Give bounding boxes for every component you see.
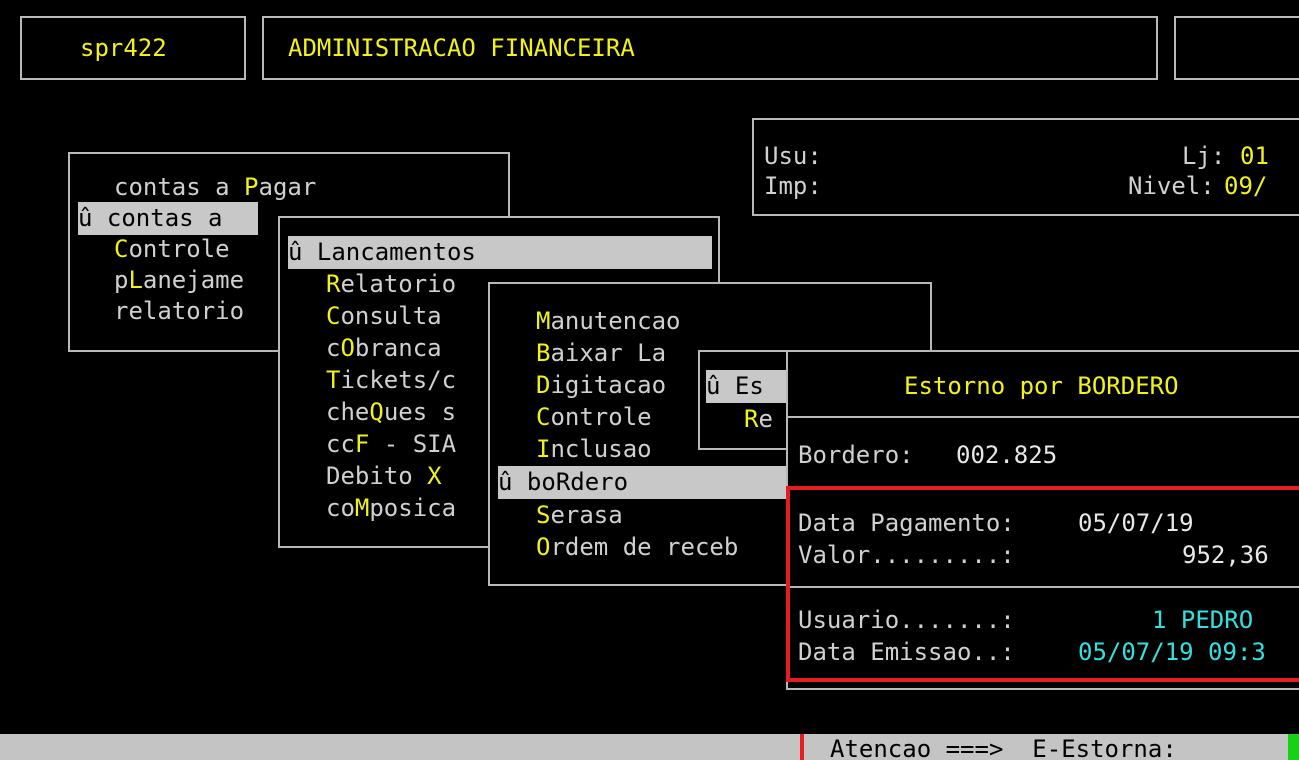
submenu-item-bordero[interactable]: û boRdero [498,466,798,499]
submenu-item-lancamentos[interactable]: û Lancamentos [288,236,712,269]
submenu-item-controle[interactable]: Controle [536,401,652,434]
selected-marker-icon: û [288,238,303,266]
menu-item-controle[interactable]: Controle [114,233,230,266]
submenu-item-cobranca[interactable]: cObranca [326,332,442,365]
menu-item-planejamento[interactable]: pLanejame [114,264,244,297]
submenu-item-debito[interactable]: Debito X [326,460,442,493]
submenu-item-digitacao[interactable]: Digitacao [536,369,666,402]
system-title: ADMINISTRACAO FINANCEIRA [288,34,635,62]
nivel-value: 09/ [1224,172,1268,200]
submenu-item-tickets[interactable]: Tickets/c [326,364,456,397]
submenu-item-relatorio[interactable]: Relatorio [326,268,456,301]
dialog-title: Estorno por BORDERO [904,372,1179,400]
input-cursor[interactable] [1288,734,1299,760]
header-extra-box [1174,16,1299,80]
lj-label: Lj: [1182,142,1226,170]
submenu-item-estorno[interactable]: û Es [706,370,794,403]
menu-item-relatorios[interactable]: relatorio [114,295,244,328]
submenu-item-ccf-sia[interactable]: ccF - SIA [326,428,456,461]
bordero-label: Bordero: [798,441,914,469]
user-info-panel: Usu: Imp: Lj: 01 Nivel: 09/ [752,118,1299,216]
submenu-item-manutencao[interactable]: Manutencao [536,305,681,338]
submenu-item-consulta[interactable]: Consulta [326,300,442,333]
status-message: Atencao ===> E-Estorna: [830,735,1177,760]
menu-item-contas-a-pagar[interactable]: contas a Pagar [114,171,316,204]
status-bar: Atencao ===> E-Estorna: [0,734,1299,760]
highlight-annotation-dialog [786,486,1299,682]
usu-label: Usu: [764,142,822,170]
menu-item-contas-a-receber[interactable]: û contas a [78,202,258,235]
selected-marker-icon: û [78,204,93,232]
dialog-divider [788,416,1299,418]
program-id-box: spr422 [20,16,246,80]
program-id: spr422 [80,34,167,62]
submenu-item-reimprimir[interactable]: Re [744,403,773,436]
submenu-item-composicao[interactable]: coMposica [326,492,456,525]
submenu-item-serasa[interactable]: Serasa [536,499,623,532]
selected-marker-icon: û [498,468,513,496]
imp-label: Imp: [764,172,822,200]
submenu-item-inclusao[interactable]: Inclusao [536,433,652,466]
submenu-item-cheques[interactable]: cheQues s [326,396,456,429]
system-title-box: ADMINISTRACAO FINANCEIRA [262,16,1158,80]
selected-marker-icon: û [706,372,721,400]
nivel-label: Nivel: [1128,172,1215,200]
lj-value: 01 [1240,142,1269,170]
submenu-item-baixar-lancamentos[interactable]: Baixar La [536,337,666,370]
submenu-item-ordem-recebimento[interactable]: Ordem de receb [536,531,738,564]
bordero-value: 002.825 [956,441,1058,469]
